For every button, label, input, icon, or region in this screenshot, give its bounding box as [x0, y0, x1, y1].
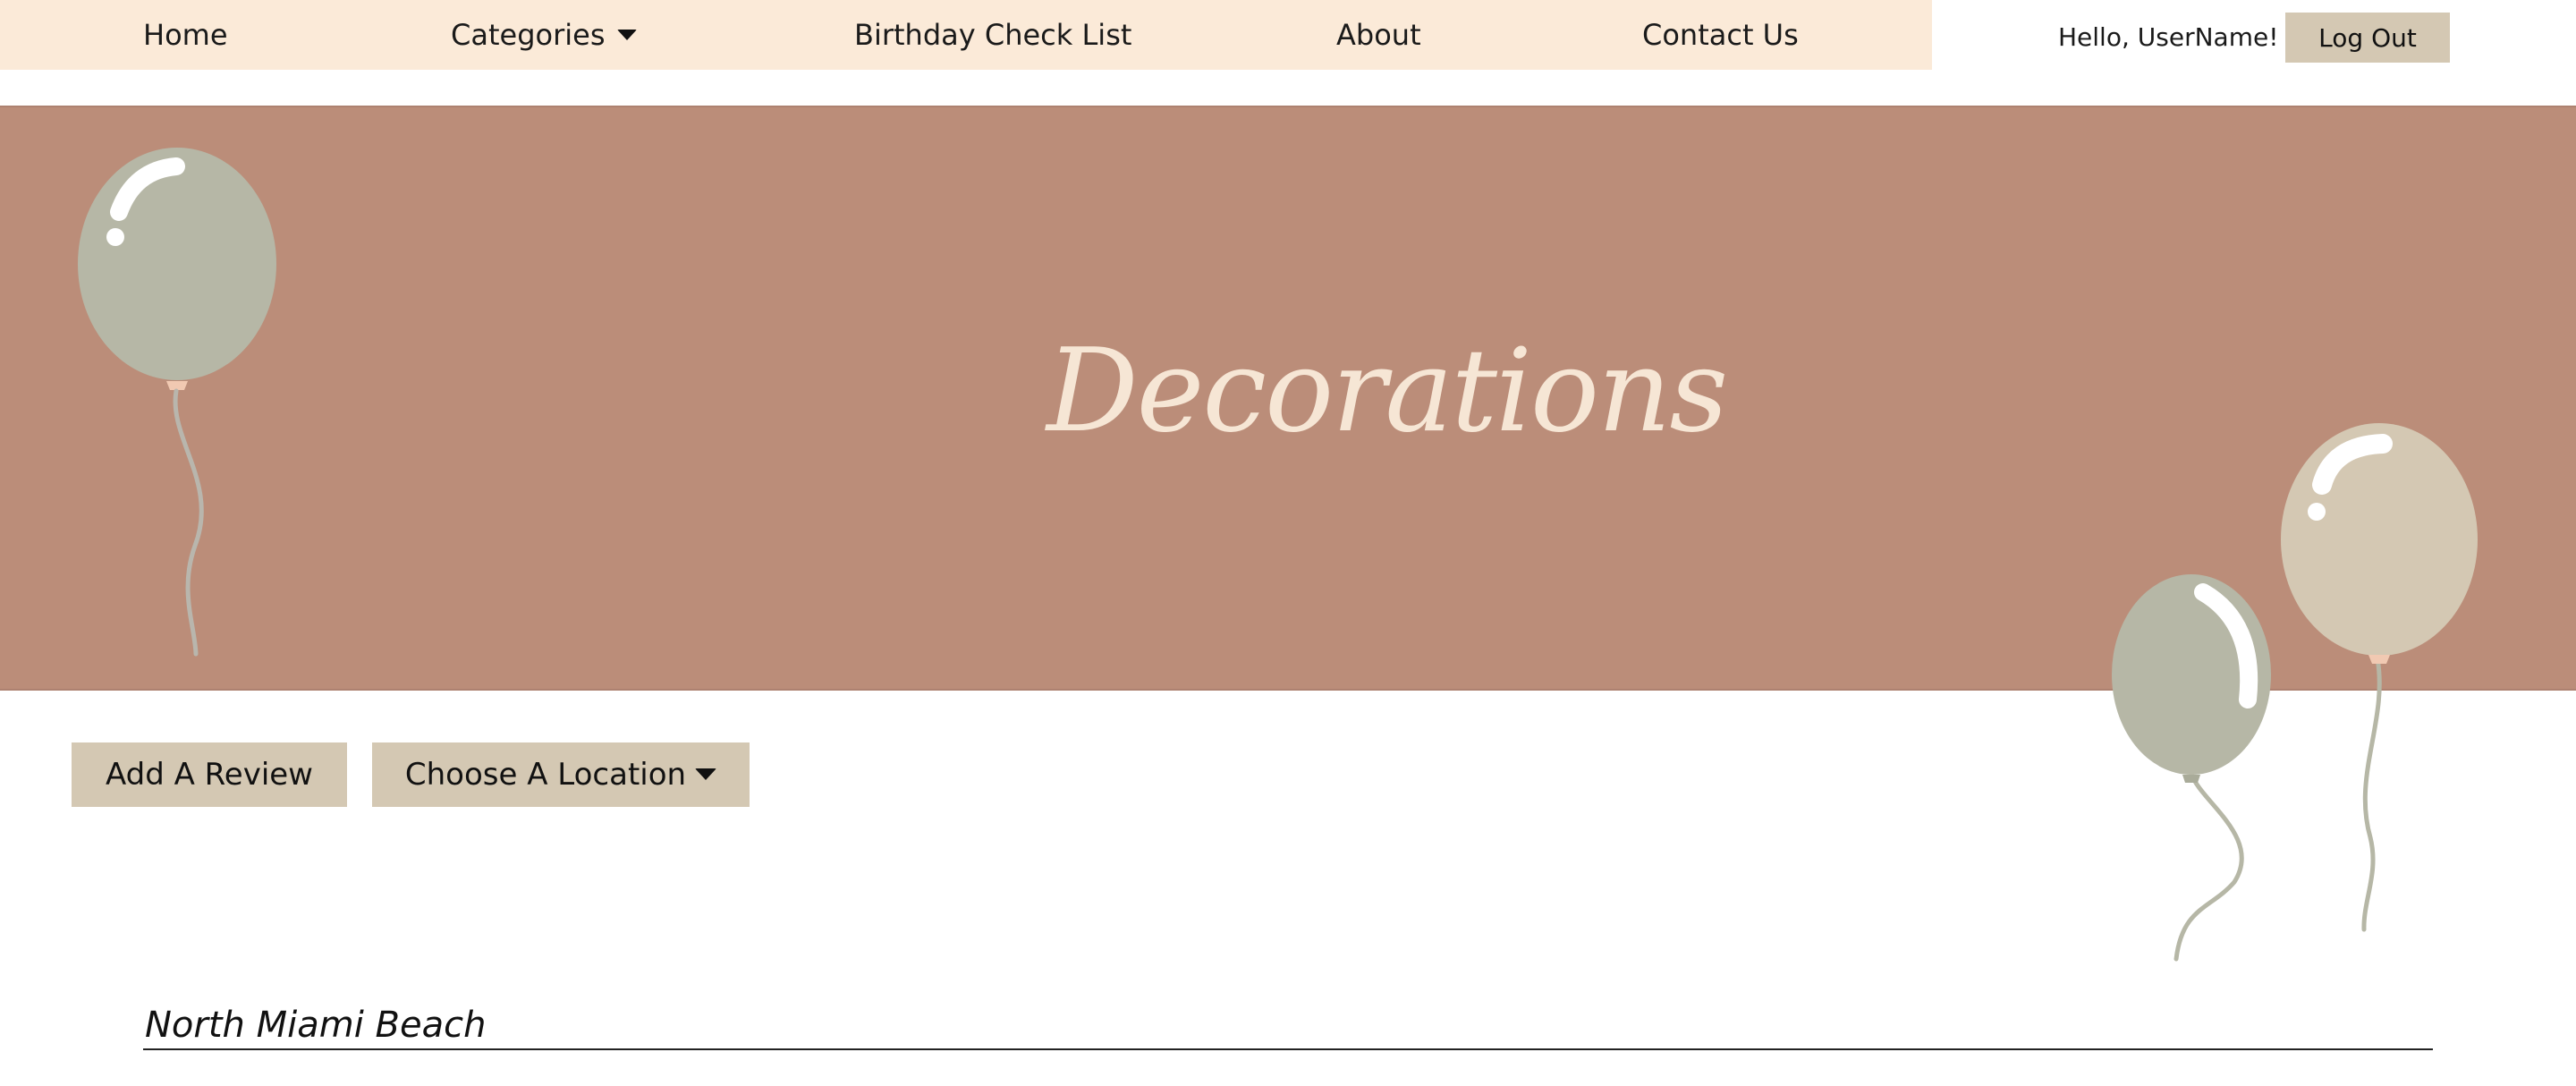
- nav-item-birthday-check-list[interactable]: Birthday Check List: [854, 0, 1131, 70]
- nav-item-categories-label: Categories: [451, 18, 606, 52]
- caret-down-icon: [695, 768, 717, 780]
- page-title: Decorations: [1046, 325, 1728, 458]
- location-heading: North Miami Beach: [145, 1005, 487, 1046]
- add-review-button[interactable]: Add A Review: [72, 742, 347, 807]
- nav-item-contact-us[interactable]: Contact Us: [1642, 0, 1799, 70]
- balloon-icon: [2112, 423, 2478, 962]
- nav-item-home[interactable]: Home: [143, 0, 228, 70]
- caret-down-icon: [617, 30, 638, 40]
- logout-button[interactable]: Log Out: [2285, 13, 2450, 63]
- balloon-icon: [78, 148, 276, 657]
- nav-item-categories[interactable]: Categories: [451, 0, 638, 70]
- choose-location-dropdown[interactable]: Choose A Location: [372, 742, 750, 807]
- section-divider: [143, 1048, 2433, 1050]
- user-greeting: Hello, UserName!: [2058, 22, 2279, 52]
- choose-location-label: Choose A Location: [404, 757, 687, 793]
- main-nav: Home Categories Birthday Check List Abou…: [0, 0, 1932, 70]
- nav-item-about[interactable]: About: [1336, 0, 1421, 70]
- page: Home Categories Birthday Check List Abou…: [0, 0, 2576, 1086]
